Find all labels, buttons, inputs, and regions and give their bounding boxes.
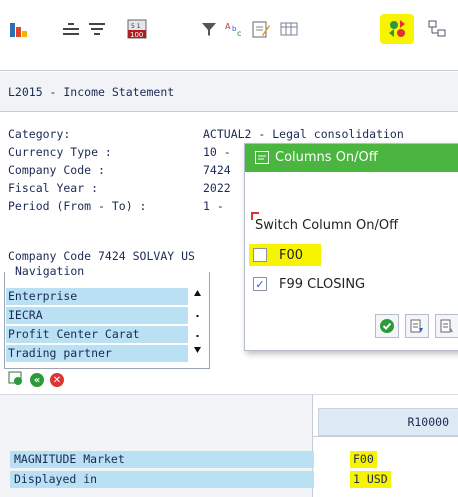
select-all-button[interactable]	[405, 314, 429, 338]
dialog-footer	[375, 314, 458, 338]
grid-row-label-displayed-in: Displayed in	[10, 471, 314, 488]
dialog-title: Columns On/Off	[275, 150, 378, 165]
checkbox-f00[interactable]	[253, 248, 267, 262]
edit-window-icon	[255, 151, 269, 164]
select-all-icon	[410, 319, 423, 333]
nav-item-iecra[interactable]: IECRA	[6, 307, 188, 324]
align-lines-icon[interactable]	[58, 14, 84, 44]
fiscal-year-value: 2022	[203, 181, 231, 195]
checkbox-f99-closing[interactable]: ✓	[253, 277, 267, 291]
nav-item-profit-center[interactable]: Profit Center Carat	[6, 326, 188, 343]
company-line: Company Code 7424 SOLVAY US	[8, 249, 195, 263]
ok-button[interactable]	[375, 314, 399, 338]
columns-toggle-icon[interactable]	[380, 14, 414, 44]
grid-horizontal-line	[312, 436, 458, 437]
navigation-scrollbar[interactable]	[190, 287, 205, 367]
table-icon[interactable]	[276, 14, 302, 44]
category-value: ACTUAL2 - Legal consolidation	[203, 127, 404, 141]
nav-item-enterprise[interactable]: Enterprise	[6, 288, 188, 305]
calendar-label: 100	[130, 31, 143, 39]
navigation-actions: « ✕	[8, 370, 64, 390]
toolbar-divider	[0, 70, 458, 71]
grid-cell-magnitude[interactable]: F00	[350, 451, 377, 468]
grid-column-header-label: R10000	[407, 415, 449, 429]
columns-onoff-dialog: Columns On/Off Switch Column On/Off F00 …	[244, 143, 458, 351]
confirm-icon[interactable]: «	[30, 373, 44, 387]
text-format-icon[interactable]: Abc	[222, 14, 248, 44]
grid-column-header[interactable]: R10000	[318, 408, 458, 436]
svg-text:A: A	[225, 22, 231, 31]
option-f00[interactable]: F00	[253, 245, 303, 265]
filter-funnel-icon[interactable]	[196, 14, 222, 44]
deselect-all-button[interactable]	[435, 314, 458, 338]
option-f00-label: F00	[279, 247, 304, 263]
hierarchy-icon[interactable]	[424, 14, 450, 44]
dialog-section-label: Switch Column On/Off	[255, 218, 399, 233]
currency-type-value: 10 -	[203, 145, 231, 159]
checkmark-icon	[380, 319, 394, 333]
report-title-bar: L2015 - Income Statement	[0, 72, 458, 111]
header-divider	[0, 111, 458, 112]
scroll-down-icon	[194, 347, 201, 353]
grid-cell-displayed-in[interactable]: 1 USD	[350, 471, 391, 488]
fiscal-year-label: Fiscal Year :	[8, 181, 99, 195]
cancel-icon[interactable]: ✕	[50, 373, 64, 387]
dialog-title-bar[interactable]: Columns On/Off	[245, 144, 458, 172]
period-value: 1 -	[203, 199, 224, 213]
edit-document-icon[interactable]	[248, 14, 274, 44]
report-title: L2015 - Income Statement	[8, 85, 175, 99]
grid-row-label-magnitude: MAGNITUDE Market	[10, 451, 314, 468]
company-code-value: 7424	[203, 163, 231, 177]
navigation-title: Navigation	[12, 264, 88, 278]
deselect-all-icon	[440, 319, 453, 333]
company-code-label: Company Code :	[8, 163, 105, 177]
category-label: Category:	[8, 127, 71, 141]
currency-type-label: Currency Type :	[8, 145, 112, 159]
bar-chart-icon[interactable]	[6, 14, 32, 44]
period-label: Period (From - To) :	[8, 199, 147, 213]
scroll-up-icon	[194, 290, 201, 296]
svg-text:c: c	[237, 29, 241, 38]
nav-item-trading-partner[interactable]: Trading partner	[6, 345, 188, 362]
filter-lines-icon[interactable]	[84, 14, 110, 44]
calendar-100-icon[interactable]: 5 1 100	[124, 14, 150, 44]
option-f99-closing-label: F99 CLOSING	[279, 276, 366, 292]
option-f99-closing[interactable]: ✓ F99 CLOSING	[253, 274, 365, 294]
toolbar: 5 1 100 Abc	[0, 0, 458, 62]
settings-grid-icon[interactable]	[8, 370, 24, 390]
calendar-top-label: 5 1	[131, 23, 141, 30]
